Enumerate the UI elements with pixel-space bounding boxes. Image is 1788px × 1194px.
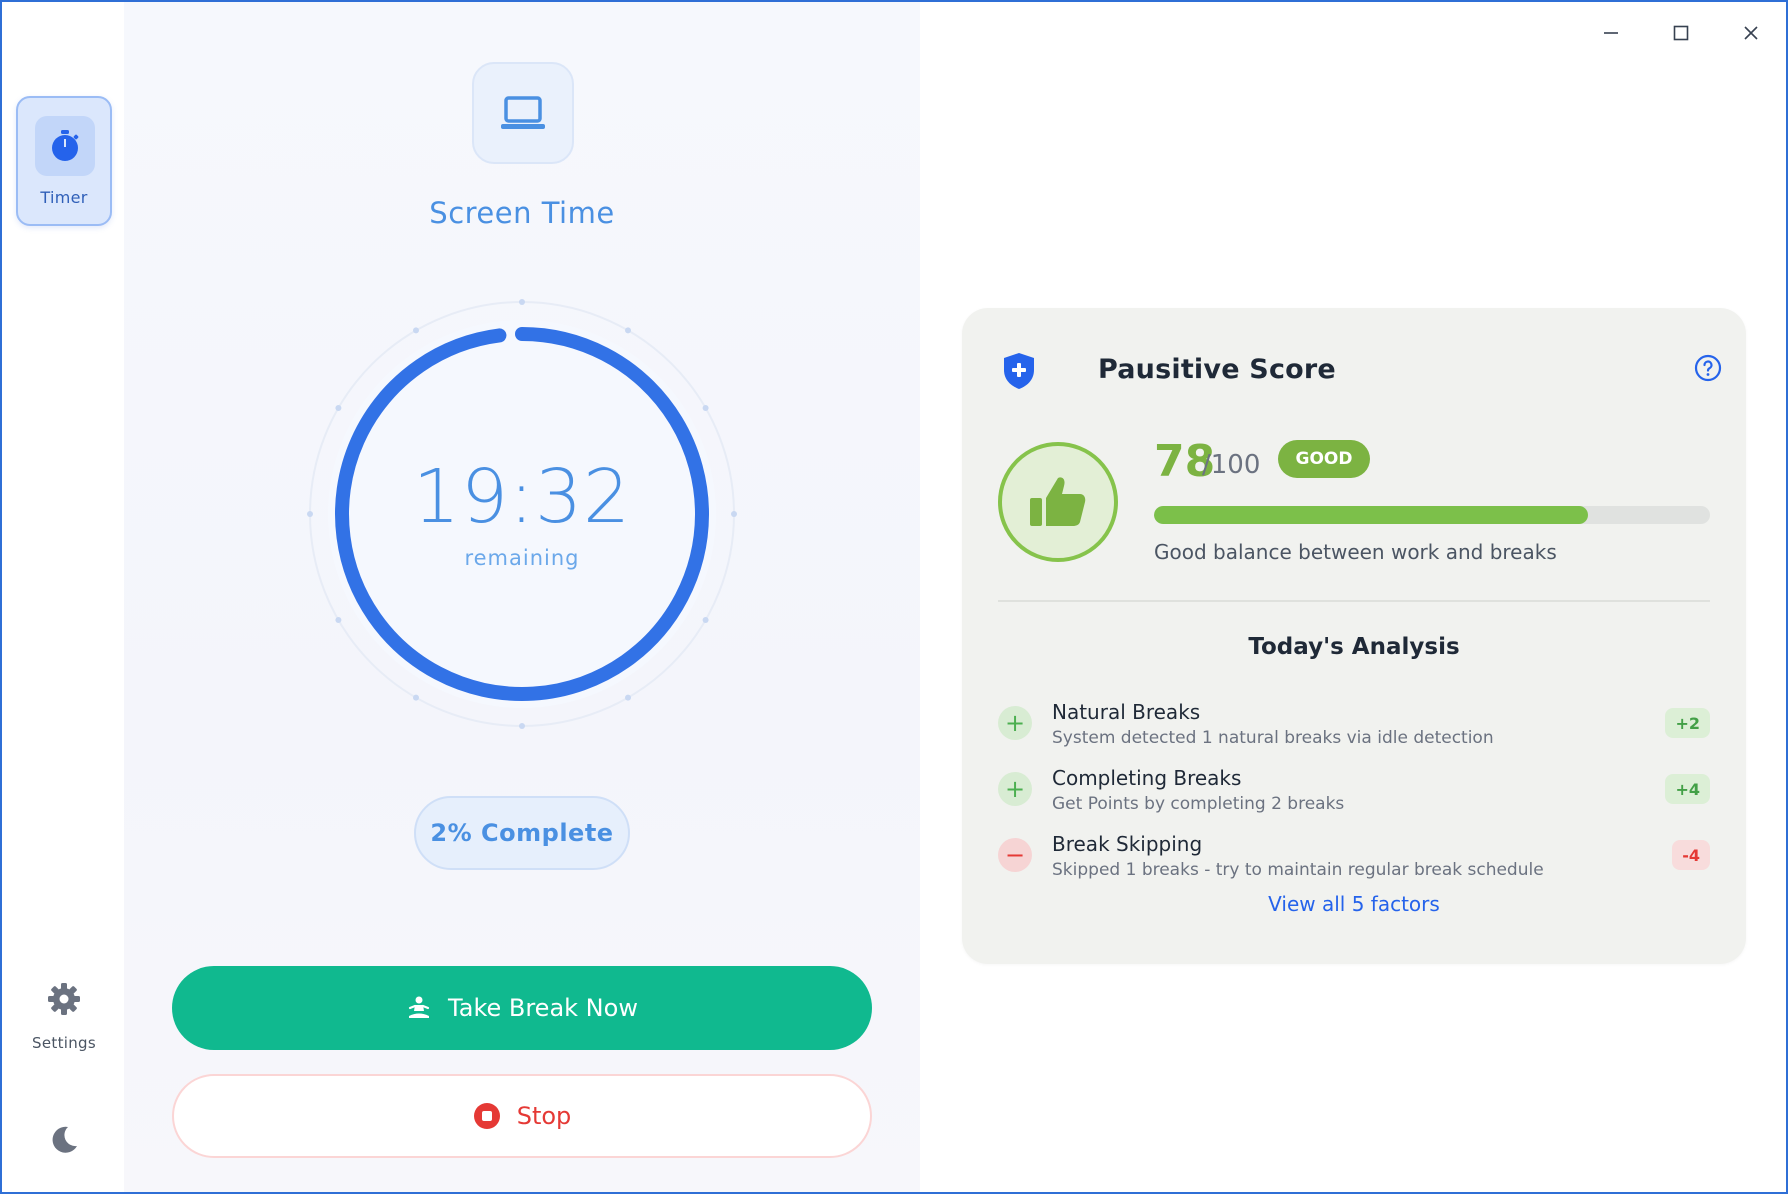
- sidebar: Timer Settings: [2, 2, 124, 1192]
- plus-icon: +: [998, 706, 1032, 740]
- ring-tick: [413, 694, 419, 701]
- plus-icon: +: [998, 772, 1032, 806]
- factor-description: Skipped 1 breaks - try to maintain regul…: [1052, 860, 1544, 880]
- shield-icon: [1002, 352, 1036, 394]
- score-description: Good balance between work and breaks: [1154, 540, 1557, 564]
- minus-icon: −: [998, 838, 1032, 872]
- score-progress-fill: [1154, 506, 1588, 524]
- maximize-button[interactable]: [1646, 2, 1716, 64]
- view-all-factors-link[interactable]: View all 5 factors: [962, 892, 1746, 916]
- stopwatch-icon: [35, 116, 95, 176]
- close-button[interactable]: [1716, 2, 1786, 64]
- score-title: Pausitive Score: [1098, 354, 1336, 385]
- factor-description: Get Points by completing 2 breaks: [1052, 794, 1345, 814]
- sidebar-item-timer[interactable]: Timer: [16, 96, 112, 226]
- factor-item: + Completing Breaks Get Points by comple…: [998, 766, 1710, 822]
- window-controls: [1576, 2, 1786, 64]
- ring-tick: [519, 299, 525, 305]
- factor-points: -4: [1672, 840, 1710, 870]
- help-circle-icon[interactable]: [1694, 354, 1722, 386]
- ring-tick: [625, 694, 631, 701]
- ring-tick: [335, 405, 342, 411]
- ring-tick: [519, 723, 525, 729]
- sidebar-item-settings[interactable]: Settings: [16, 982, 112, 1072]
- moon-icon: [48, 1124, 80, 1160]
- divider: [998, 600, 1710, 602]
- thumbs-up-icon: [998, 442, 1118, 562]
- factor-points: +4: [1665, 774, 1710, 804]
- app-window: Timer Settings Screen Time 19:32 remaini…: [0, 0, 1788, 1194]
- factor-name: Natural Breaks: [1052, 700, 1201, 724]
- factor-points: +2: [1665, 708, 1710, 738]
- take-break-button[interactable]: Take Break Now: [172, 966, 872, 1050]
- timer-panel: Screen Time 19:32 remaining 2% Complete: [124, 2, 920, 1192]
- factor-description: System detected 1 natural breaks via idl…: [1052, 728, 1494, 748]
- gear-icon: [47, 982, 81, 1020]
- factor-name: Break Skipping: [1052, 832, 1203, 856]
- sidebar-item-label: Settings: [32, 1034, 96, 1052]
- close-icon: [1744, 26, 1758, 40]
- status-badge: GOOD: [1278, 440, 1370, 478]
- ring-tick: [413, 327, 419, 334]
- stop-button[interactable]: Stop: [172, 1074, 872, 1158]
- ring-tick: [702, 617, 709, 623]
- ring-tick: [335, 617, 342, 623]
- ring-tick: [625, 327, 631, 334]
- factor-item: + Natural Breaks System detected 1 natur…: [998, 700, 1710, 756]
- remaining-label: remaining: [464, 546, 580, 570]
- timer-ring: 19:32 remaining: [302, 294, 742, 734]
- analysis-title: Today's Analysis: [1248, 634, 1460, 660]
- minimize-icon: [1604, 32, 1618, 34]
- sidebar-item-label: Timer: [40, 188, 88, 207]
- factor-item: − Break Skipping Skipped 1 breaks - try …: [998, 832, 1710, 888]
- score-progress-bar: [1154, 506, 1710, 524]
- factor-name: Completing Breaks: [1052, 766, 1242, 790]
- score-max: /100: [1202, 450, 1261, 480]
- meditation-icon: [406, 995, 432, 1021]
- score-card-header: Pausitive Score: [1002, 348, 1722, 396]
- minimize-button[interactable]: [1576, 2, 1646, 64]
- take-break-label: Take Break Now: [448, 994, 638, 1022]
- theme-toggle[interactable]: [44, 1122, 84, 1162]
- maximize-icon: [1673, 25, 1689, 41]
- stop-circle-icon: [473, 1102, 501, 1130]
- ring-tick: [702, 405, 709, 411]
- laptop-icon: [472, 62, 574, 164]
- progress-badge: 2% Complete: [414, 796, 630, 870]
- score-card: Pausitive Score 78 /100 GOOD Good balanc…: [962, 308, 1746, 964]
- time-remaining: 19:32: [412, 454, 632, 540]
- page-title: Screen Time: [429, 196, 615, 230]
- stop-label: Stop: [516, 1102, 572, 1130]
